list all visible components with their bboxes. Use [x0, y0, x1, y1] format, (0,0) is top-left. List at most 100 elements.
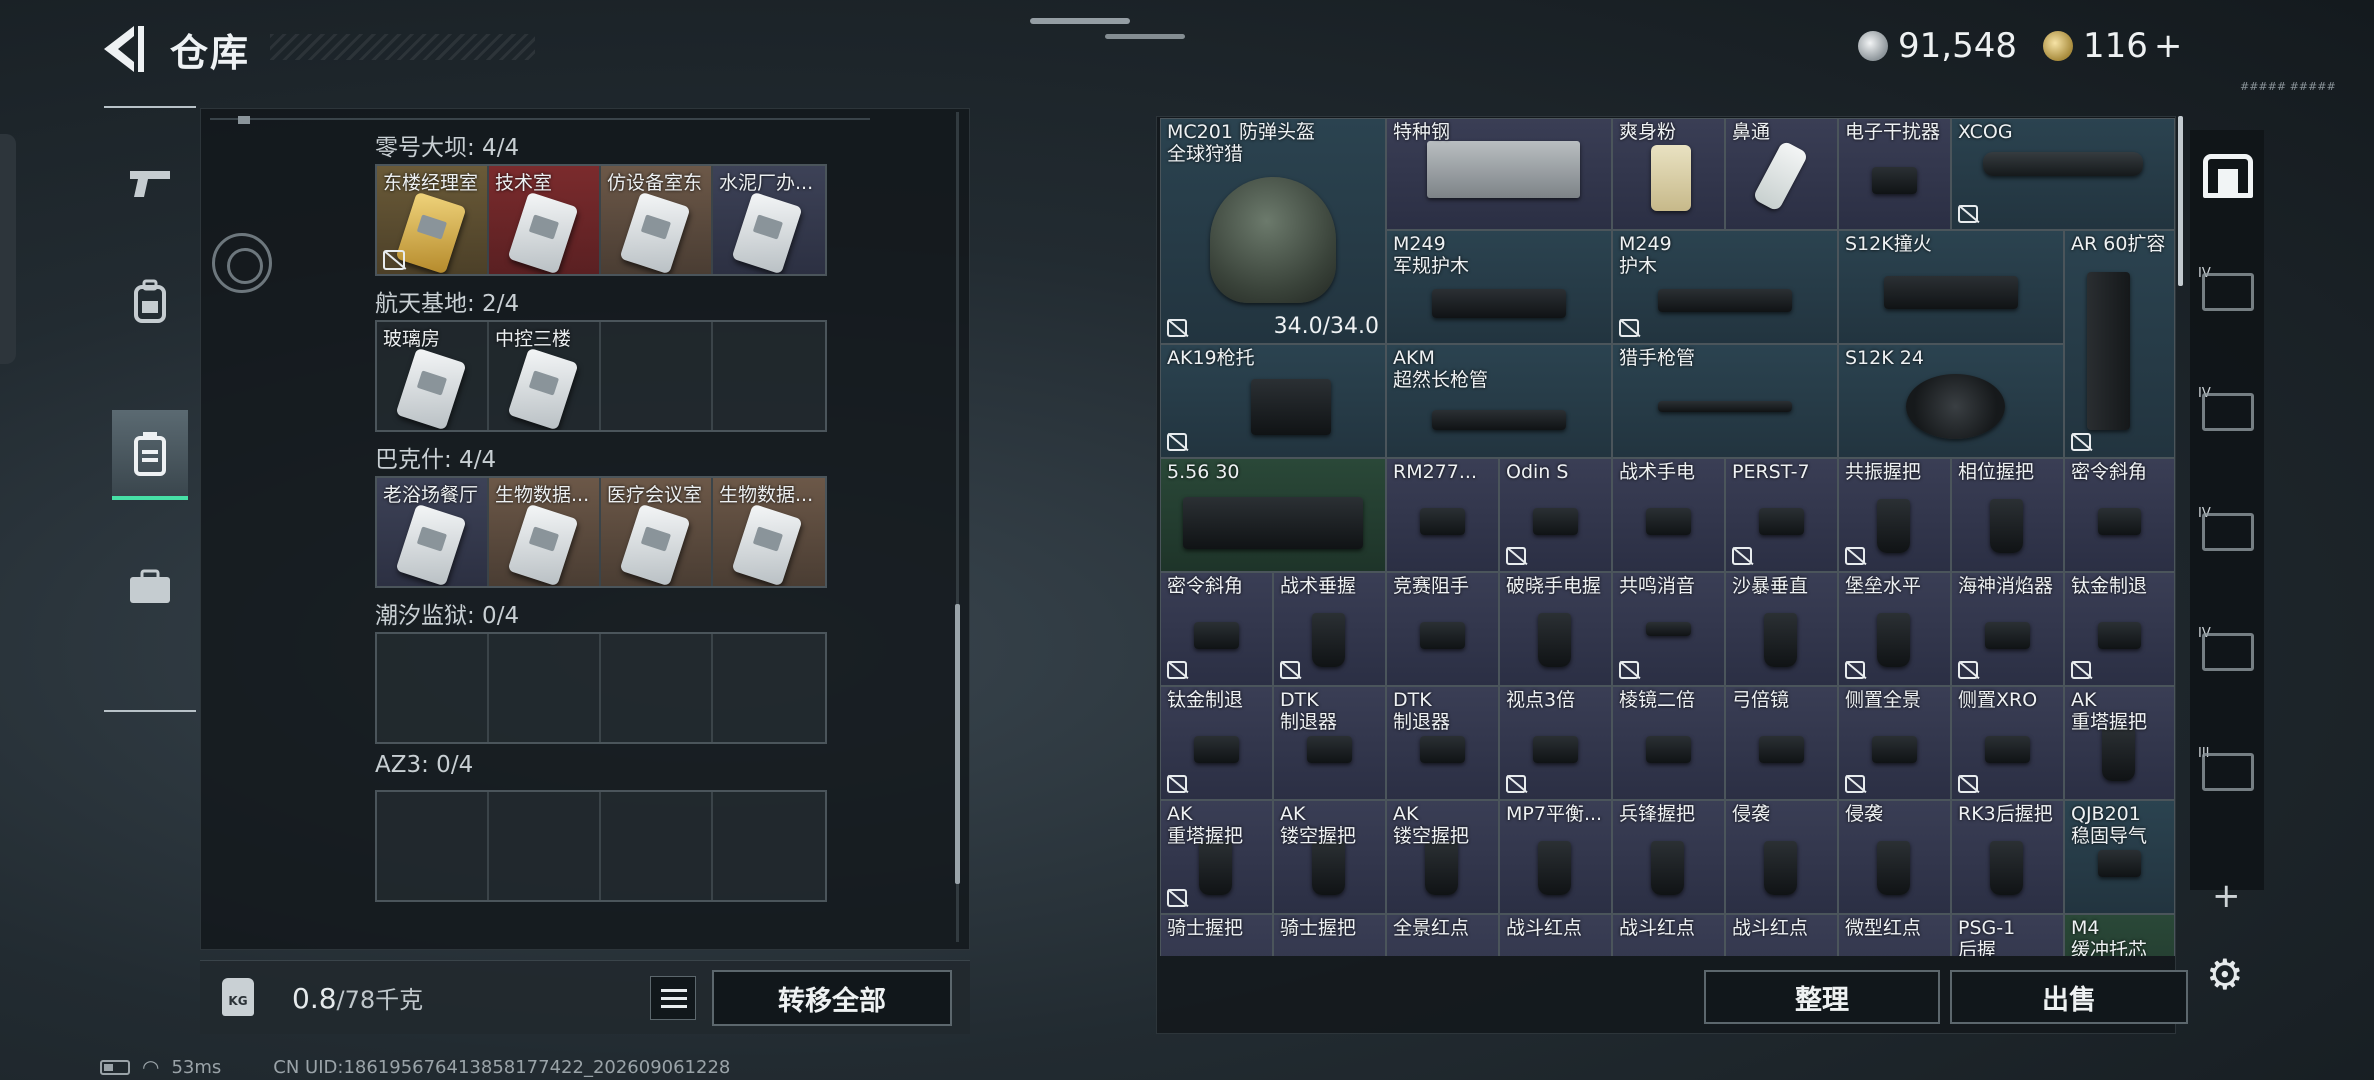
- nav-case-2[interactable]: IV: [2198, 382, 2258, 442]
- keycard-slot[interactable]: 仿设备室东: [601, 166, 713, 274]
- stash-item[interactable]: 爽身粉: [1612, 118, 1725, 230]
- stash-item[interactable]: 特种钢: [1386, 118, 1612, 230]
- nav-case-5[interactable]: III: [2198, 742, 2258, 802]
- stash-item[interactable]: S12K撞火: [1838, 230, 2064, 344]
- nav-gear[interactable]: [112, 256, 188, 346]
- empty-keycard-slot[interactable]: [377, 634, 489, 742]
- stash-item[interactable]: M249 军规护木: [1386, 230, 1612, 344]
- stash-item[interactable]: 弓倍镜: [1725, 686, 1838, 800]
- stash-item[interactable]: M249 护木: [1612, 230, 1838, 344]
- stash-item[interactable]: 密令斜角: [1160, 572, 1273, 686]
- stash-item[interactable]: RM277...: [1386, 458, 1499, 572]
- empty-keycard-slot[interactable]: [377, 792, 489, 900]
- stash-item[interactable]: 战斗红点: [1725, 914, 1838, 956]
- stash-item[interactable]: 相位握把: [1951, 458, 2064, 572]
- stash-item[interactable]: 沙暴垂直: [1725, 572, 1838, 686]
- nav-case-4[interactable]: IV: [2198, 622, 2258, 682]
- stash-item[interactable]: M4 缓冲托芯: [2064, 914, 2175, 956]
- keycard-slot[interactable]: 医疗会议室: [601, 478, 713, 586]
- gear-icon[interactable]: ⚙: [2206, 950, 2244, 999]
- stash-item[interactable]: 战斗红点: [1612, 914, 1725, 956]
- back-button[interactable]: [98, 22, 148, 76]
- stash-item[interactable]: 兵锋握把: [1612, 800, 1725, 914]
- stash-item[interactable]: 堡垒水平: [1838, 572, 1951, 686]
- stash-item[interactable]: 鼻通: [1725, 118, 1838, 230]
- empty-keycard-slot[interactable]: [601, 792, 713, 900]
- list-view-button[interactable]: [650, 976, 696, 1020]
- add-container-button[interactable]: +: [2212, 876, 2241, 916]
- stash-item[interactable]: PSG-1 后握: [1951, 914, 2064, 956]
- nav-case-1[interactable]: IV: [2198, 262, 2258, 322]
- stash-item[interactable]: AK19枪托: [1160, 344, 1386, 458]
- sell-button[interactable]: 出售: [1950, 970, 2188, 1024]
- stash-item[interactable]: 侧置全景: [1838, 686, 1951, 800]
- stash-item[interactable]: 海神消焰器: [1951, 572, 2064, 686]
- stash-item[interactable]: 电子干扰器: [1838, 118, 1951, 230]
- stash-item[interactable]: 钛金制退: [2064, 572, 2175, 686]
- keycard-slot[interactable]: 水泥厂办...: [713, 166, 825, 274]
- stash-item[interactable]: DTK 制退器: [1273, 686, 1386, 800]
- empty-keycard-slot[interactable]: [489, 792, 601, 900]
- empty-keycard-slot[interactable]: [713, 634, 825, 742]
- stash-item[interactable]: 战术垂握: [1273, 572, 1386, 686]
- keycard-slot[interactable]: 中控三楼: [489, 322, 601, 430]
- nav-weapons[interactable]: [112, 138, 188, 228]
- stash-item[interactable]: 猎手枪管: [1612, 344, 1838, 458]
- stash-item[interactable]: MP7平衡...: [1499, 800, 1612, 914]
- stash-item[interactable]: 棱镜二倍: [1612, 686, 1725, 800]
- empty-keycard-slot[interactable]: [601, 322, 713, 430]
- stash-item[interactable]: 微型红点: [1838, 914, 1951, 956]
- stash-item[interactable]: 5.56 30: [1160, 458, 1386, 572]
- stash-item[interactable]: 破晓手电握: [1499, 572, 1612, 686]
- stash-item[interactable]: AKM 超然长枪管: [1386, 344, 1612, 458]
- stash-item[interactable]: 竞赛阻手: [1386, 572, 1499, 686]
- stash-item[interactable]: 全景红点: [1386, 914, 1499, 956]
- keycard-slot[interactable]: 技术室: [489, 166, 601, 274]
- empty-keycard-slot[interactable]: [713, 792, 825, 900]
- stash-item[interactable]: AK 镂空握把: [1273, 800, 1386, 914]
- nav-stash[interactable]: [2198, 146, 2258, 206]
- nav-keycards[interactable]: [112, 410, 188, 500]
- stash-item[interactable]: Odin S: [1499, 458, 1612, 572]
- keycard-slot[interactable]: 老浴场餐厅: [377, 478, 489, 586]
- add-currency-button[interactable]: +: [2154, 26, 2183, 66]
- stash-item[interactable]: AK 重塔握把: [1160, 800, 1273, 914]
- nav-cases[interactable]: [112, 542, 188, 632]
- stash-item[interactable]: 侵袭: [1838, 800, 1951, 914]
- item-name: 海神消焰器: [1958, 575, 2054, 597]
- stash-item[interactable]: 战术手电: [1612, 458, 1725, 572]
- stash-item[interactable]: S12K 24: [1838, 344, 2064, 458]
- stash-item[interactable]: 密令斜角: [2064, 458, 2175, 572]
- stash-item[interactable]: AK 重塔握把: [2064, 686, 2175, 800]
- keycard-slot[interactable]: 东楼经理室: [377, 166, 489, 274]
- stash-item[interactable]: MC201 防弹头盔 全球狩猎 34.0/34.0: [1160, 118, 1386, 344]
- stash-item[interactable]: RK3后握把: [1951, 800, 2064, 914]
- transfer-all-button[interactable]: 转移全部: [712, 970, 952, 1026]
- stash-item[interactable]: 侵袭: [1725, 800, 1838, 914]
- keycard-slot[interactable]: 生物数据...: [713, 478, 825, 586]
- sort-button[interactable]: 整理: [1704, 970, 1940, 1024]
- stash-item[interactable]: 骑士握把: [1160, 914, 1273, 956]
- stash-item[interactable]: 骑士握把: [1273, 914, 1386, 956]
- keycard-slot[interactable]: 玻璃房: [377, 322, 489, 430]
- stash-item[interactable]: 共鸣消音: [1612, 572, 1725, 686]
- keycard-slot[interactable]: 生物数据...: [489, 478, 601, 586]
- empty-keycard-slot[interactable]: [489, 634, 601, 742]
- stash-item[interactable]: 战斗红点: [1499, 914, 1612, 956]
- scrollbar-thumb[interactable]: [955, 604, 960, 884]
- stash-item[interactable]: 视点3倍: [1499, 686, 1612, 800]
- stash-item[interactable]: XCOG: [1951, 118, 2175, 230]
- stash-item[interactable]: QJB201 稳固导气: [2064, 800, 2175, 914]
- stash-item[interactable]: 侧置XRO: [1951, 686, 2064, 800]
- stash-scrollbar-thumb[interactable]: [2178, 116, 2183, 286]
- empty-keycard-slot[interactable]: [601, 634, 713, 742]
- nav-case-3[interactable]: IV: [2198, 502, 2258, 562]
- stash-item[interactable]: PERST-7: [1725, 458, 1838, 572]
- stash-item[interactable]: 共振握把: [1838, 458, 1951, 572]
- stash-item[interactable]: AR 60扩容: [2064, 230, 2175, 458]
- empty-keycard-slot[interactable]: [713, 322, 825, 430]
- section-title-zero-dam: 零号大坝: 4/4: [375, 135, 520, 161]
- stash-item[interactable]: 钛金制退: [1160, 686, 1273, 800]
- stash-item[interactable]: AK 镂空握把: [1386, 800, 1499, 914]
- stash-item[interactable]: DTK 制退器: [1386, 686, 1499, 800]
